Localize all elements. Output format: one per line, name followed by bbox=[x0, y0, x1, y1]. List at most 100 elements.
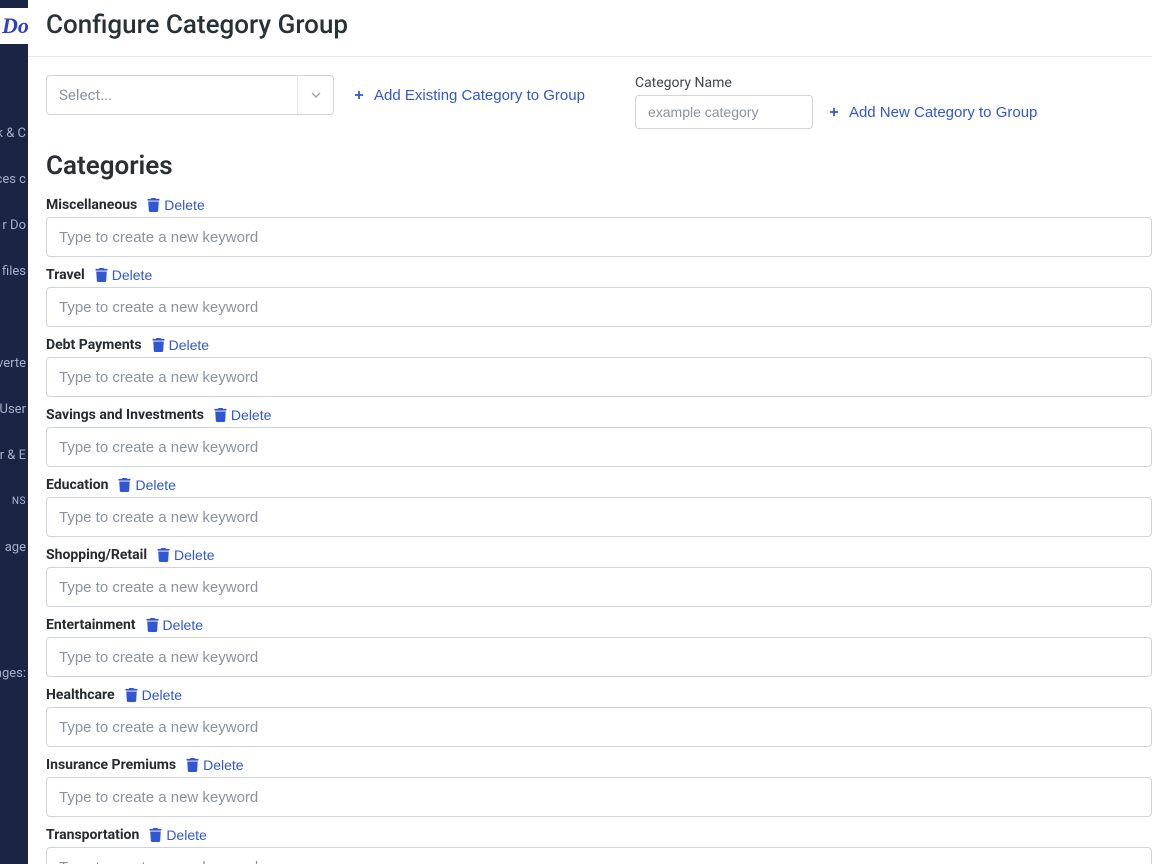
trash-icon bbox=[157, 548, 170, 562]
category-block: Insurance Premiums Delete bbox=[46, 757, 1152, 817]
category-name: Healthcare bbox=[46, 687, 115, 703]
brand-logo: Doc bbox=[0, 8, 28, 44]
sidebar-item[interactable]: files bbox=[0, 248, 28, 294]
sidebar-section-heading: NS bbox=[0, 478, 28, 524]
category-header: Entertainment Delete bbox=[46, 617, 1152, 633]
category-name: Shopping/Retail bbox=[46, 547, 147, 563]
add-new-label: Add New Category to Group bbox=[849, 104, 1037, 121]
delete-label: Delete bbox=[203, 757, 243, 773]
trash-icon bbox=[146, 618, 159, 632]
category-name-label: Category Name bbox=[635, 75, 1037, 91]
categories-section-title: Categories bbox=[28, 137, 1152, 187]
category-header: Healthcare Delete bbox=[46, 687, 1152, 703]
category-name: Travel bbox=[46, 267, 85, 283]
sidebar-item[interactable]: User bbox=[0, 386, 28, 432]
delete-category-button[interactable]: Delete bbox=[125, 687, 182, 703]
delete-label: Delete bbox=[231, 407, 271, 423]
sidebar-item[interactable]: r & E bbox=[0, 432, 28, 478]
delete-category-button[interactable]: Delete bbox=[118, 477, 175, 493]
category-header: Savings and Investments Delete bbox=[46, 407, 1152, 423]
delete-label: Delete bbox=[142, 687, 182, 703]
sidebar-item[interactable]: k & C bbox=[0, 110, 28, 156]
existing-category-select[interactable]: Select... bbox=[46, 75, 334, 115]
delete-label: Delete bbox=[169, 337, 209, 353]
category-header: Travel Delete bbox=[46, 267, 1152, 283]
category-header: Education Delete bbox=[46, 477, 1152, 493]
delete-category-button[interactable]: Delete bbox=[146, 617, 203, 633]
keyword-input[interactable] bbox=[46, 567, 1152, 607]
keyword-input[interactable] bbox=[46, 847, 1152, 864]
plus-icon bbox=[352, 88, 366, 102]
category-name: Education bbox=[46, 477, 108, 493]
delete-category-button[interactable]: Delete bbox=[186, 757, 243, 773]
keyword-input[interactable] bbox=[46, 777, 1152, 817]
trash-icon bbox=[186, 758, 199, 772]
category-block: Shopping/Retail Delete bbox=[46, 547, 1152, 607]
category-block: Entertainment Delete bbox=[46, 617, 1152, 677]
category-block: Healthcare Delete bbox=[46, 687, 1152, 747]
trash-icon bbox=[147, 198, 160, 212]
delete-category-button[interactable]: Delete bbox=[214, 407, 271, 423]
main-panel: Configure Category Group Select... Add E… bbox=[28, 0, 1152, 864]
category-name: Transportation bbox=[46, 827, 139, 843]
delete-category-button[interactable]: Delete bbox=[152, 337, 209, 353]
trash-icon bbox=[95, 268, 108, 282]
categories-list: MiscellaneousDeleteTravelDeleteDebt Paym… bbox=[28, 197, 1152, 864]
trash-icon bbox=[149, 828, 162, 842]
sidebar-item[interactable]: verte bbox=[0, 340, 28, 386]
delete-label: Delete bbox=[166, 827, 206, 843]
category-block: Miscellaneous Delete bbox=[46, 197, 1152, 257]
group-controls-row: Select... Add Existing Category to Group… bbox=[28, 57, 1152, 137]
delete-category-button[interactable]: Delete bbox=[157, 547, 214, 563]
add-new-category-button[interactable]: Add New Category to Group bbox=[827, 104, 1037, 121]
select-placeholder: Select... bbox=[59, 86, 112, 104]
category-header: Transportation Delete bbox=[46, 827, 1152, 843]
trash-icon bbox=[125, 688, 138, 702]
chevron-down-icon bbox=[297, 76, 333, 114]
category-header: Insurance Premiums Delete bbox=[46, 757, 1152, 773]
delete-category-button[interactable]: Delete bbox=[149, 827, 206, 843]
delete-label: Delete bbox=[174, 547, 214, 563]
category-name: Debt Payments bbox=[46, 337, 142, 353]
category-name: Savings and Investments bbox=[46, 407, 204, 423]
add-existing-category-button[interactable]: Add Existing Category to Group bbox=[352, 87, 585, 104]
category-name: Insurance Premiums bbox=[46, 757, 176, 773]
keyword-input[interactable] bbox=[46, 287, 1152, 327]
plus-icon bbox=[827, 105, 841, 119]
keyword-input[interactable] bbox=[46, 217, 1152, 257]
keyword-input[interactable] bbox=[46, 427, 1152, 467]
delete-label: Delete bbox=[135, 477, 175, 493]
category-block: Travel Delete bbox=[46, 267, 1152, 327]
category-name: Entertainment bbox=[46, 617, 136, 633]
category-block: Debt Payments Delete bbox=[46, 337, 1152, 397]
category-block: Education Delete bbox=[46, 477, 1152, 537]
sidebar-item[interactable]: ices c bbox=[0, 156, 28, 202]
trash-icon bbox=[152, 338, 165, 352]
category-block: Transportation Delete bbox=[46, 827, 1152, 864]
sidebar-item[interactable]: age bbox=[0, 524, 28, 570]
sidebar-nav: k & C ices c r Do files verte User r & E… bbox=[0, 110, 28, 696]
sidebar-item[interactable]: r Do bbox=[0, 202, 28, 248]
keyword-input[interactable] bbox=[46, 497, 1152, 537]
keyword-input[interactable] bbox=[46, 637, 1152, 677]
delete-label: Delete bbox=[112, 267, 152, 283]
category-header: Debt Payments Delete bbox=[46, 337, 1152, 353]
add-existing-label: Add Existing Category to Group bbox=[374, 87, 585, 104]
trash-icon bbox=[214, 408, 227, 422]
trash-icon bbox=[118, 478, 131, 492]
sidebar: Doc k & C ices c r Do files verte User r… bbox=[0, 0, 28, 864]
new-category-column: Category Name Add New Category to Group bbox=[635, 75, 1037, 129]
category-name: Miscellaneous bbox=[46, 197, 137, 213]
delete-category-button[interactable]: Delete bbox=[95, 267, 152, 283]
keyword-input[interactable] bbox=[46, 707, 1152, 747]
sidebar-item[interactable] bbox=[0, 294, 28, 340]
category-name-input[interactable] bbox=[635, 95, 813, 129]
delete-label: Delete bbox=[163, 617, 203, 633]
page-title: Configure Category Group bbox=[28, 0, 1152, 56]
category-header: Shopping/Retail Delete bbox=[46, 547, 1152, 563]
delete-label: Delete bbox=[164, 197, 204, 213]
delete-category-button[interactable]: Delete bbox=[147, 197, 204, 213]
sidebar-item[interactable]: ages: bbox=[0, 650, 28, 696]
category-block: Savings and Investments Delete bbox=[46, 407, 1152, 467]
keyword-input[interactable] bbox=[46, 357, 1152, 397]
